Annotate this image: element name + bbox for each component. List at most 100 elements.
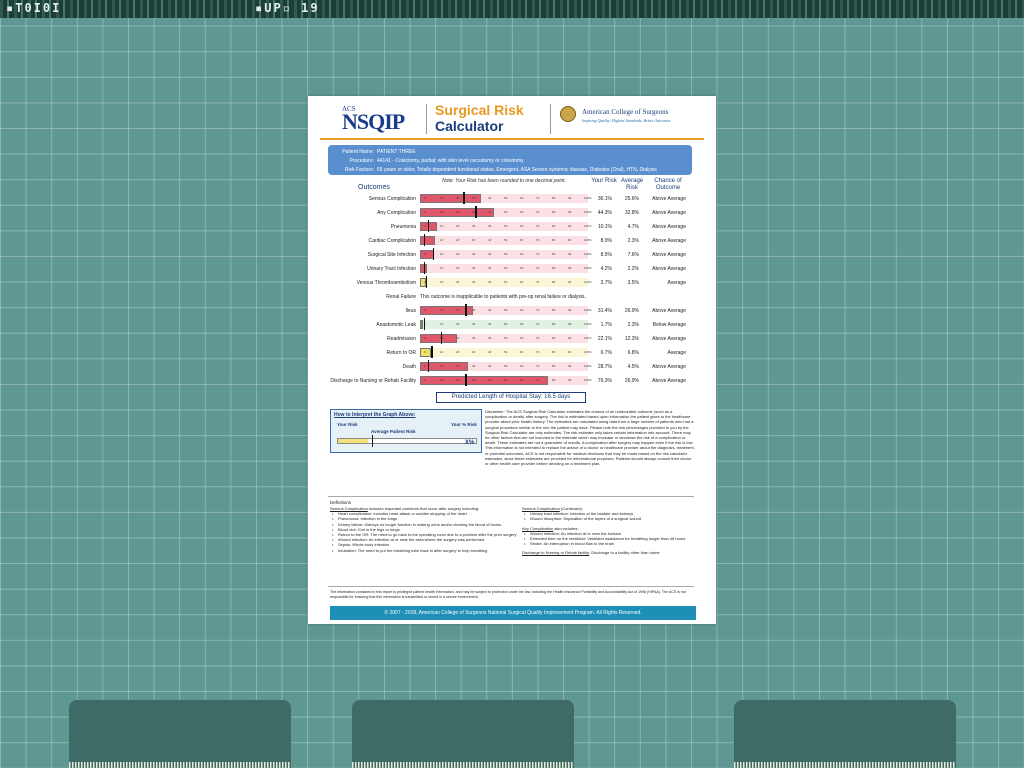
bar-tick-label: 40 [488,308,492,312]
outcome-row: Serious Complication 0 10 20 30 40 50 60 70 80 90 1… [308,192,716,205]
bar-tick-label: 20 [456,336,460,340]
outcome-label: Pneumonia [390,224,416,230]
your-risk-value: 76.3% [597,378,612,384]
bar-tick-label: 50 [504,336,508,340]
definition-item: Wound disruption: Separation of the laye… [522,516,696,521]
chance-value: Below Average [652,322,686,328]
legal-notice: The information contained in this report… [330,590,686,599]
bar-tick-label: 70 [536,350,540,354]
average-risk-value: 25.6% [624,196,639,202]
average-risk-value: 32.8% [624,210,639,216]
bar-tick-label: 10 [440,210,444,214]
bar-tick-label: 70 [536,266,540,270]
bar-tick-label: 0 [424,350,426,354]
bottom-tab-right[interactable] [734,700,956,768]
average-risk-value: 26.9% [624,308,639,314]
discharge-head: Discharge to Nursing or Rehab facility [522,550,590,556]
bar-tick-label: 20 [456,350,460,354]
your-risk-value: 1.7% [600,322,612,328]
disclaimer: Disclaimer: The ACS Surgical Risk Calcul… [485,409,695,467]
bar-tick-label: 0 [424,210,426,214]
chance-value: Above Average [652,266,686,272]
title-line-2: Calculator [435,118,504,134]
bar-tick-label: 20 [456,224,460,228]
bar-tick-label: 10 [440,336,444,340]
chance-value: Above Average [652,308,686,314]
your-risk-value: 3.7% [600,280,612,286]
bottom-tab-left[interactable] [69,700,291,768]
bar-tick-label: 80 [552,378,556,382]
definitions-right: Serious Complication (Continued): Urinar… [522,506,696,556]
average-risk-value: 26.9% [624,378,639,384]
average-risk-marker [427,360,430,372]
bar-tick-label: 20 [456,196,460,200]
bar-tick-label: 30 [472,252,476,256]
outcome-row: Death 0 10 20 30 40 50 60 70 80 90 100% 28.7% 4.5% Abo… [308,360,716,373]
bar-tick-label: 70 [536,210,540,214]
your-risk-value: 36.1% [597,196,612,202]
bar-tick-label: 90 [568,266,572,270]
definitions-title: Definitions [330,500,352,505]
bar-tick-label: 30 [472,210,476,214]
logo-main-text: NSQIP [342,109,405,134]
outcome-label: Any Complication [377,210,416,216]
bar-tick-label: 30 [472,196,476,200]
bar-tick-label: 70 [536,364,540,368]
patient-info-box: Patient Name: PATIENT THREE Procedure: 441… [328,145,692,175]
your-risk-value: 4.2% [600,266,612,272]
bar-tick-label: 30 [472,378,476,382]
bar-tick-label: 50 [504,224,508,228]
your-risk-value: 22.1% [597,336,612,342]
bar-tick-label: 90 [568,252,572,256]
bar-tick-label: 90 [568,350,572,354]
bar-tick-label: 60 [520,210,524,214]
bar-tick-label: 20 [456,266,460,270]
definition-item: Intubation: The need to put the breathin… [330,548,526,553]
bar-tick-label: 10 [440,238,444,242]
chance-value: Above Average [652,196,686,202]
bar-tick-label: 10 [440,252,444,256]
definitions-left: Serious Complication includes important … [330,506,526,553]
bar-tick-label: 0 [424,224,426,228]
bar-tick-label: 0 [424,308,426,312]
bar-tick-label: 80 [552,252,556,256]
outcome-label: Discharge to Nursing or Rehab Facility [330,378,416,384]
header-divider-2 [550,104,551,134]
your-risk-header: Your Risk [591,178,617,184]
interpret-your-risk: Your Risk [337,422,358,427]
report-header: ACS NSQIP Surgical Risk Calculator Ameri… [308,96,716,142]
outcome-label: Renal Failure [386,294,416,300]
bar-tick-label: 60 [520,238,524,242]
bar-tick-label: 60 [520,364,524,368]
risk-factors: 65 years or older, Totally dependent fun… [377,167,657,173]
outcome-row: Surgical Site Infection 0 10 20 30 40 50 60 70 80… [308,248,716,261]
bar-tick-label: 50 [504,364,508,368]
outcome-row: Ileus 0 10 20 30 40 50 60 70 80 90 100% 31.4% 26.9% Ab… [308,304,716,317]
bar-tick-label: 40 [488,266,492,270]
average-risk-header: Average Risk [620,178,644,191]
bar-tick-label: 40 [488,350,492,354]
bar-tick-label: 70 [536,252,540,256]
your-risk-value: 6.7% [600,350,612,356]
outcome-row: Anastomotic Leak 0 10 20 30 40 50 60 70 80 90 100% 1… [308,318,716,331]
bar-tick-label: 50 [504,266,508,270]
average-risk-value: 2.3% [627,322,639,328]
outcome-label: Ileus [405,308,416,314]
bottom-tab-center[interactable] [352,700,574,768]
bar-tick-label: 0 [424,266,426,270]
bar-tick-label: 30 [472,308,476,312]
bar-tick-label: 60 [520,196,524,200]
bar-tick-label: 10 [440,280,444,284]
your-risk-value: 8.9% [600,238,612,244]
outcome-label: Return to OR [386,350,416,356]
bar-tick-label: 80 [552,308,556,312]
tab-fringe [734,762,956,768]
bar-tick-label: 80 [552,336,556,340]
your-risk-value: 44.3% [597,210,612,216]
bar-tick-label: 10 [440,266,444,270]
patient-name-label: Patient Name: [342,149,374,155]
defs-right-list: Urinary tract infection: Infection of th… [522,511,696,522]
tab-fringe [69,762,291,768]
interpret-sample-fill [338,439,368,443]
bar-tick-label: 20 [456,364,460,368]
